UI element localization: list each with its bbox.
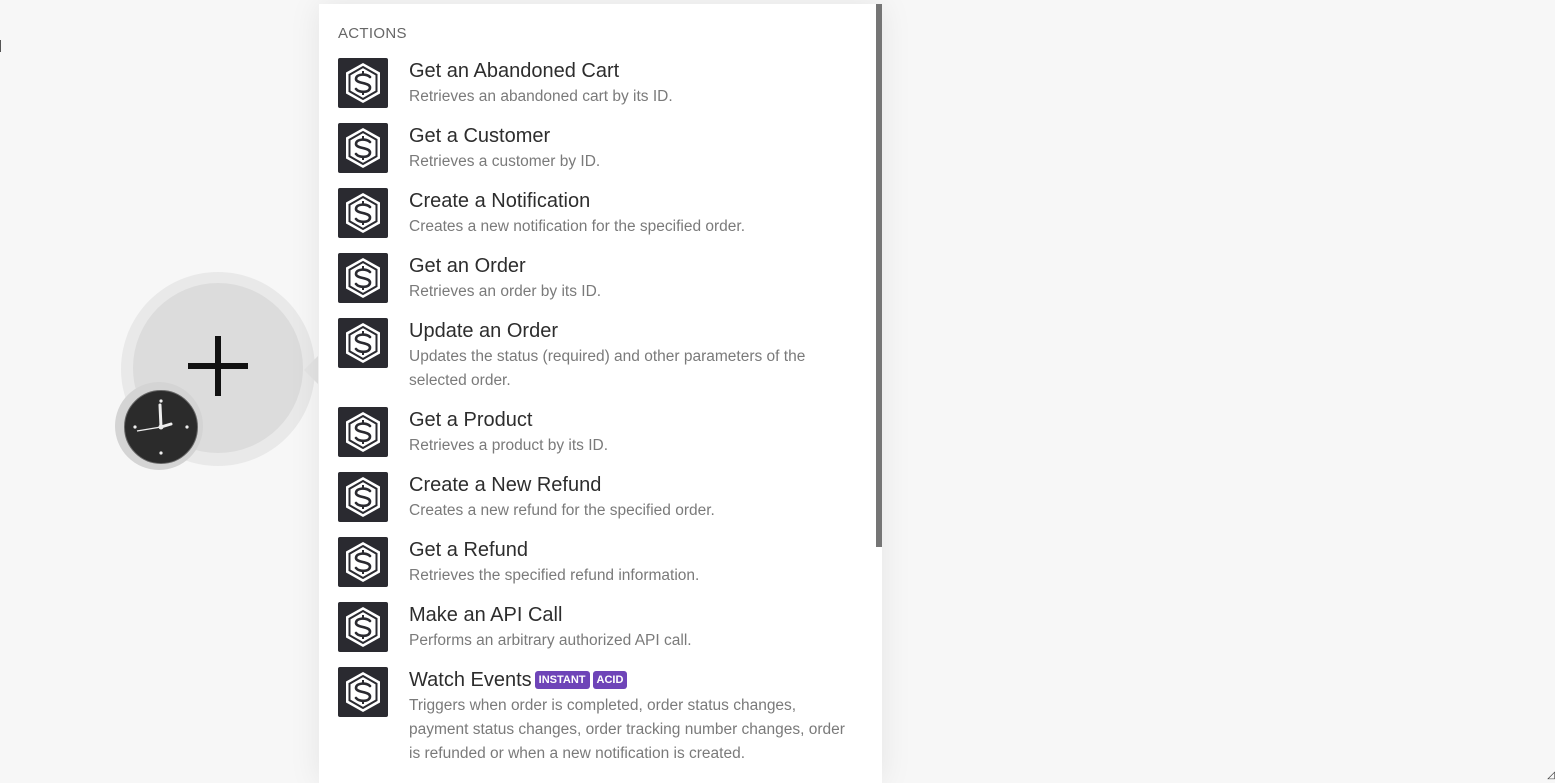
- action-description: Retrieves an abandoned cart by its ID.: [409, 88, 673, 105]
- action-description: Retrieves an order by its ID.: [409, 283, 602, 300]
- action-item[interactable]: Get an Order Retrieves an order by its ID…: [319, 249, 875, 314]
- app-logo-s-icon: [338, 58, 388, 108]
- action-description: Retrieves a product by its ID.: [409, 437, 608, 454]
- action-text: Create a New Refund Creates a new refund …: [409, 471, 859, 533]
- action-title: Watch Events INSTANT ACID: [409, 666, 859, 694]
- action-list: Get an Abandoned Cart Retrieves an abando…: [319, 54, 875, 776]
- action-description: Creates a new notification for the speci…: [409, 218, 746, 235]
- action-title: Get an Order: [409, 252, 859, 280]
- app-logo-s-icon: [338, 472, 388, 522]
- action-description: Updates the status (required) and other …: [409, 348, 806, 389]
- action-title: Create a New Refund: [409, 471, 859, 499]
- action-text: Create a Notification Creates a new notif…: [409, 187, 859, 249]
- action-title-text: Watch Events: [409, 669, 532, 691]
- action-title-text: Update an Order: [409, 320, 558, 342]
- action-item[interactable]: Get a Customer Retrieves a customer by ID…: [319, 119, 875, 184]
- action-item[interactable]: Create a New Refund Creates a new refund …: [319, 468, 875, 533]
- action-text: Update an Order Updates the status (requi…: [409, 317, 859, 403]
- action-title: Get a Refund: [409, 536, 859, 564]
- scrollbar-thumb[interactable]: [876, 4, 882, 547]
- action-title: Get an Abandoned Cart: [409, 57, 859, 85]
- action-title: Create a Notification: [409, 187, 859, 215]
- action-text: Watch Events INSTANT ACID Triggers when ord…: [409, 666, 859, 776]
- action-item[interactable]: Get an Abandoned Cart Retrieves an abando…: [319, 54, 875, 119]
- action-description: Triggers when order is completed, order …: [409, 697, 845, 762]
- app-logo-s-icon: [338, 123, 388, 173]
- app-logo-s-icon: [338, 667, 388, 717]
- action-text: Get a Customer Retrieves a customer by ID…: [409, 122, 859, 184]
- action-description: Performs an arbitrary authorized API cal…: [409, 632, 692, 649]
- action-title-text: Get an Abandoned Cart: [409, 60, 620, 82]
- action-title-text: Create a Notification: [409, 190, 591, 212]
- action-item[interactable]: Get a Product Retrieves a product by its …: [319, 403, 875, 468]
- action-title-text: Get an Order: [409, 255, 526, 277]
- action-title-text: Make an API Call: [409, 604, 563, 626]
- app-logo-s-icon: [338, 537, 388, 587]
- action-description: Creates a new refund for the specified o…: [409, 502, 715, 519]
- app-logo-s-icon: [338, 602, 388, 652]
- badge-instant: INSTANT: [534, 671, 590, 689]
- action-text: Get an Order Retrieves an order by its ID…: [409, 252, 859, 314]
- clock-icon[interactable]: [124, 390, 198, 464]
- action-item[interactable]: Watch Events INSTANT ACID Triggers when ord…: [319, 663, 875, 776]
- scrollbar-track[interactable]: [875, 4, 882, 783]
- action-title-text: Get a Refund: [409, 539, 528, 561]
- action-item[interactable]: Make an API Call Performs an arbitrary au…: [319, 598, 875, 663]
- app-logo-s-icon: [338, 188, 388, 238]
- action-title: Get a Product: [409, 406, 859, 434]
- module-pointer: [304, 356, 318, 384]
- action-item[interactable]: Update an Order Updates the status (requi…: [319, 314, 875, 403]
- action-title: Update an Order: [409, 317, 859, 345]
- action-description: Retrieves a customer by ID.: [409, 153, 601, 170]
- app-logo-s-icon: [338, 253, 388, 303]
- action-text: Get a Product Retrieves a product by its …: [409, 406, 859, 468]
- action-text: Get a Refund Retrieves the specified refu…: [409, 536, 859, 598]
- badge-acid: ACID: [592, 671, 628, 689]
- action-item[interactable]: Get a Refund Retrieves the specified refu…: [319, 533, 875, 598]
- app-logo-s-icon: [338, 407, 388, 457]
- actions-panel[interactable]: ACTIONS Get an Abandoned Cart Retrieves a…: [319, 4, 882, 783]
- action-title-text: Create a New Refund: [409, 474, 602, 496]
- scenario-canvas[interactable]: ACTIONS Get an Abandoned Cart Retrieves a…: [0, 0, 1555, 783]
- app-logo-s-icon: [338, 318, 388, 368]
- canvas-edge-mark: [0, 40, 3, 52]
- action-item[interactable]: Create a Notification Creates a new notif…: [319, 184, 875, 249]
- action-description: Retrieves the specified refund informati…: [409, 567, 700, 584]
- action-title-text: Get a Product: [409, 409, 533, 431]
- resize-handle-icon[interactable]: ◿: [1547, 770, 1555, 781]
- action-title: Get a Customer: [409, 122, 859, 150]
- action-text: Make an API Call Performs an arbitrary au…: [409, 601, 859, 663]
- section-label: ACTIONS: [338, 25, 407, 42]
- action-title: Make an API Call: [409, 601, 859, 629]
- action-text: Get an Abandoned Cart Retrieves an abando…: [409, 57, 859, 119]
- action-title-text: Get a Customer: [409, 125, 551, 147]
